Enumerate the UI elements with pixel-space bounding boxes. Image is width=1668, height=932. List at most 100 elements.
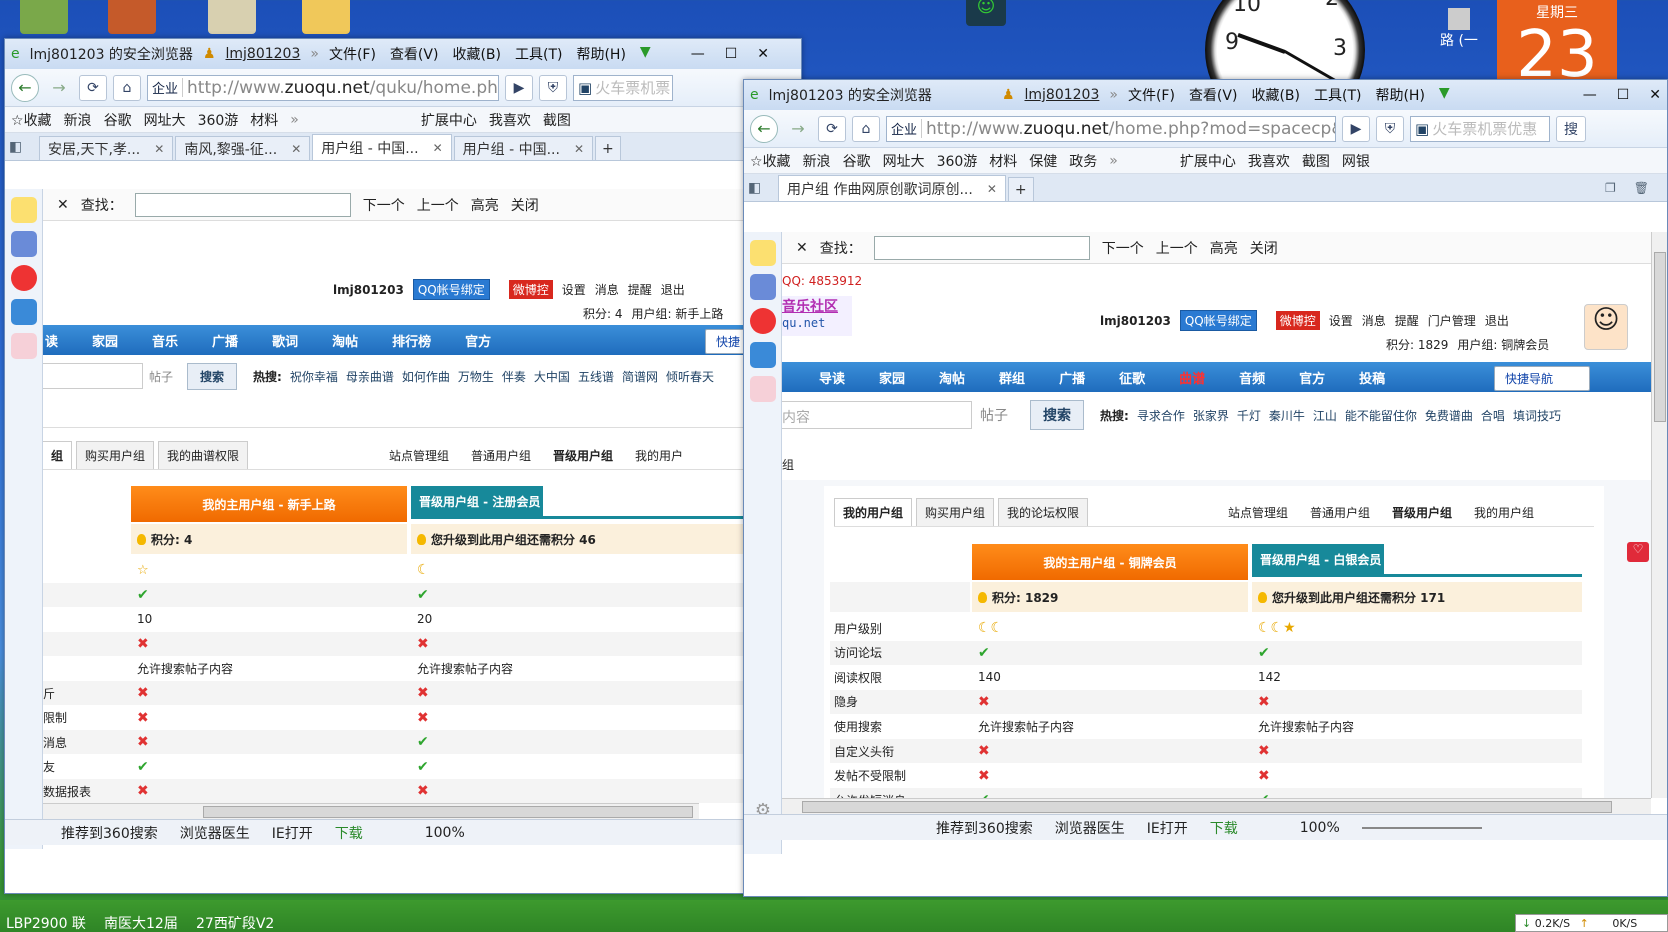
fav-collect[interactable]: 收藏	[24, 113, 52, 129]
points[interactable]: 积分: 1829	[1386, 336, 1448, 353]
address-prefix[interactable]: 企业	[891, 119, 923, 138]
left-hscrollbar[interactable]	[43, 803, 699, 819]
tab-close-icon[interactable]: ✕	[291, 142, 301, 156]
tray-shortcut[interactable]: 路 (一	[1440, 8, 1500, 68]
user-link[interactable]: lmj801203	[1025, 87, 1100, 103]
weibo-button[interactable]: 微博控	[1275, 311, 1320, 330]
news-icon[interactable]	[750, 274, 776, 300]
new-tab-button[interactable]: +	[595, 136, 621, 160]
nav-item[interactable]: 官方	[448, 331, 508, 350]
chat-icon[interactable]: ☺	[966, 0, 1006, 26]
fav-baojian[interactable]: 保健	[1029, 151, 1057, 171]
favorites-star-icon[interactable]	[11, 197, 37, 223]
taskbar-item-printer[interactable]: LBP2900 联	[6, 913, 86, 932]
status-download[interactable]: 下载	[1210, 818, 1238, 838]
status-zoom[interactable]: 100%	[425, 825, 465, 841]
nav-item[interactable]: 导读	[802, 368, 862, 387]
nav-item[interactable]: 家园	[75, 331, 135, 350]
refresh-button[interactable]: ⟳	[818, 115, 846, 142]
go-button[interactable]: ▶	[505, 74, 533, 101]
web-search-input[interactable]: ▣ 火车票机票优惠	[1410, 115, 1550, 142]
fav-like[interactable]: 我喜欢	[1248, 151, 1290, 171]
find-prev[interactable]: 上一个	[1156, 238, 1198, 258]
fav-screenshot[interactable]: 截图	[543, 110, 571, 130]
nav-item[interactable]: 官方	[1282, 368, 1342, 387]
upgrade-group-header[interactable]: 晋级用户组 - 注册会员	[411, 486, 543, 516]
tab-my-groups[interactable]: 我的用户组	[834, 498, 913, 527]
fav-wangzhi[interactable]: 网址大	[144, 110, 186, 130]
nav-item[interactable]: 淘帖	[315, 331, 375, 350]
left-titlebar[interactable]: e lmj801203 的安全浏览器 ♟ lmj801203 » 文件(F) 查…	[5, 39, 801, 69]
hot-link[interactable]: 千灯	[1237, 407, 1261, 424]
fav-wangzhi[interactable]: 网址大	[883, 151, 925, 171]
hot-link[interactable]: 张家界	[1193, 407, 1229, 424]
hot-link[interactable]: 秦川牛	[1269, 407, 1305, 424]
hot-link[interactable]: 五线谱	[578, 368, 614, 385]
menu-tools[interactable]: 工具(T)	[1314, 85, 1361, 105]
messages-link[interactable]: 消息	[1362, 312, 1386, 329]
close-button[interactable]: ✕	[1649, 87, 1661, 103]
address-bar[interactable]: 企业 http://www. zuoqu.net/quku/home.php	[147, 74, 499, 101]
qq-bind-button[interactable]: QQ帐号绑定	[1179, 310, 1257, 331]
status-recommend[interactable]: 推荐到360搜索	[936, 818, 1033, 838]
messages-link[interactable]: 消息	[595, 281, 619, 298]
nav-item[interactable]: 群组	[982, 368, 1042, 387]
shield-icon[interactable]: ⛨	[539, 74, 567, 101]
logout-link[interactable]: 退出	[661, 281, 685, 298]
right-browser-window[interactable]: e lmj801203 的安全浏览器 ♟ lmj801203 » 文件(F) 查…	[743, 79, 1668, 897]
reminders-link[interactable]: 提醒	[1395, 312, 1419, 329]
back-button[interactable]: ←	[750, 114, 778, 143]
maximize-button[interactable]: ☐	[725, 46, 738, 62]
fav-extensions[interactable]: 扩展中心	[1180, 151, 1236, 171]
tab-close-icon[interactable]: ✕	[433, 141, 443, 155]
tab-close-icon[interactable]: ✕	[987, 182, 997, 196]
hot-link[interactable]: 江山	[1313, 407, 1337, 424]
nav-item[interactable]: 音频	[1222, 368, 1282, 387]
trash-icon[interactable]: 🗑	[1634, 181, 1649, 195]
find-highlight[interactable]: 高亮	[1210, 238, 1238, 258]
settings-link[interactable]: 设置	[562, 281, 586, 298]
nav-item[interactable]: 广播	[195, 331, 255, 350]
find-input[interactable]	[873, 235, 1090, 260]
status-ie[interactable]: IE打开	[1147, 818, 1188, 838]
weibo-button[interactable]: 微博控	[508, 280, 553, 299]
site-search-button[interactable]: 搜索	[1030, 400, 1084, 430]
menu-tools[interactable]: 工具(T)	[515, 44, 562, 64]
fav-screenshot[interactable]: 截图	[1302, 151, 1330, 171]
address-prefix[interactable]: 企业	[152, 78, 184, 97]
quick-nav-button[interactable]: 快捷导航	[1494, 366, 1590, 391]
search-type-select[interactable]: 帖子	[980, 405, 1008, 425]
desktop-icon-map[interactable]	[208, 0, 256, 34]
desktop-icon-shortcut[interactable]	[108, 0, 156, 34]
status-ie[interactable]: IE打开	[272, 823, 313, 843]
tab-score-permission[interactable]: 我的曲谱权限	[158, 441, 249, 470]
nav-item[interactable]: 广播	[1042, 368, 1102, 387]
nav-item[interactable]: 音乐	[135, 331, 195, 350]
maximize-button[interactable]: ☐	[1617, 87, 1630, 103]
menu-help[interactable]: 帮助(H)	[576, 44, 625, 64]
reminders-link[interactable]: 提醒	[628, 281, 652, 298]
back-button[interactable]: ←	[11, 73, 39, 102]
hot-link[interactable]: 母亲曲谱	[346, 368, 394, 385]
phone-icon[interactable]	[750, 342, 776, 368]
tab-sidebar-toggle[interactable]: ◧	[9, 139, 37, 155]
nav-item[interactable]: 征歌	[1102, 368, 1162, 387]
taskbar-item-nanyida[interactable]: 南医大12届	[104, 913, 178, 932]
restore-tabs-icon[interactable]: ❐	[1605, 181, 1616, 195]
grp-admin[interactable]: 站点管理组	[1228, 504, 1288, 521]
mail-icon[interactable]	[750, 376, 776, 402]
hot-link[interactable]: 万物生	[458, 368, 494, 385]
menu-file[interactable]: 文件(F)	[329, 44, 376, 64]
weibo-icon[interactable]	[750, 308, 776, 334]
web-search-button[interactable]: 搜	[1556, 115, 1586, 142]
fav-google[interactable]: 谷歌	[843, 151, 871, 171]
grp-upgrade[interactable]: 晋级用户组	[1392, 504, 1452, 521]
username[interactable]: lmj801203	[333, 283, 404, 297]
grp-upgrade[interactable]: 晋级用户组	[553, 447, 613, 464]
taskbar-item-kuangduan[interactable]: 27西矿段V2	[196, 913, 274, 932]
shirt-icon[interactable]: ▼	[1439, 85, 1450, 105]
refresh-button[interactable]: ⟳	[79, 74, 107, 101]
avatar[interactable]: ☺	[1584, 304, 1628, 350]
fav-collect[interactable]: 收藏	[763, 154, 791, 170]
tab-1[interactable]: 安居,天下,孝... ✕	[39, 136, 174, 160]
